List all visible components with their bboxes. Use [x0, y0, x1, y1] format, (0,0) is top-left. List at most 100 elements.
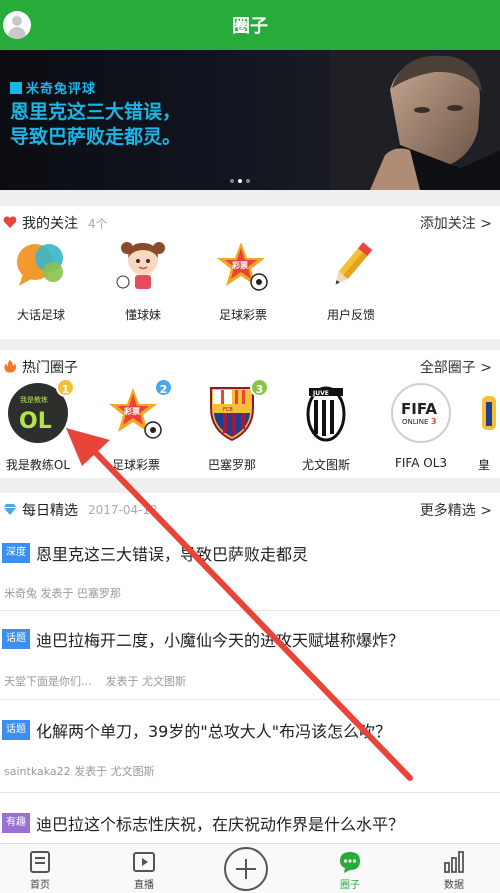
svg-text:FIFA: FIFA	[401, 400, 437, 418]
hot-circle-label: 巴塞罗那	[207, 458, 256, 472]
home-doc-icon	[28, 850, 52, 874]
daily-picks-date: 2017-04-12	[88, 503, 158, 517]
bottom-tab-bar: 首页 直播 圈子 数据	[0, 843, 500, 893]
banner-dot	[246, 179, 250, 183]
bar-chart-icon	[442, 850, 466, 874]
follow-item-label: 懂球妹	[124, 308, 161, 322]
daily-picks-title: 每日精选	[22, 503, 78, 519]
banner-pagination	[230, 179, 250, 183]
all-circles-link[interactable]: 全部圈子 >	[420, 357, 492, 377]
more-picks-link[interactable]: 更多精选 >	[420, 500, 492, 520]
coach-ol-logo: 我是教练 OL 1	[7, 378, 75, 444]
post-divider	[0, 699, 500, 700]
hot-circle-label: 足球彩票	[111, 458, 160, 472]
tab-live[interactable]: 直播	[94, 844, 194, 893]
svg-text:彩票: 彩票	[231, 260, 248, 270]
my-follows-section: 我的关注 4个 添加关注 > 大话足球 懂球妹 彩票 足球彩票 用户反馈	[0, 206, 500, 339]
hot-circle-juventus[interactable]: JUVE 尤文图斯	[286, 382, 366, 473]
banner-headline-line1: 恩里克这三大错误，	[10, 101, 182, 123]
post-author[interactable]: 米奇兔	[4, 587, 37, 600]
post-circle[interactable]: 尤文图斯	[142, 675, 186, 688]
post-meta: saintkaka22 发表于 尤文图斯	[4, 763, 155, 779]
tab-post-new[interactable]	[198, 844, 298, 893]
follow-item-dongqiumei[interactable]: 懂球妹	[98, 238, 188, 323]
post-author[interactable]: 天堂下面是你们...	[4, 675, 92, 688]
heart-icon	[3, 216, 17, 228]
follow-item-lottery[interactable]: 彩票 足球彩票	[198, 238, 288, 323]
add-follow-link[interactable]: 添加关注 >	[420, 213, 492, 233]
post-tag: 深度	[2, 543, 30, 563]
post-circle[interactable]: 尤文图斯	[111, 765, 155, 778]
banner-coach-photo	[330, 50, 500, 190]
avatar-head-shape	[12, 16, 22, 26]
juventus-crest: JUVE	[295, 382, 357, 444]
svg-text:3: 3	[431, 417, 437, 426]
post-circle[interactable]: 巴塞罗那	[77, 587, 121, 600]
banner-brand: 米奇兔评球	[10, 78, 96, 97]
rank-badge: 2	[154, 378, 173, 397]
svg-text:ONLINE: ONLINE	[402, 418, 428, 426]
avatar[interactable]	[3, 11, 31, 39]
banner-dot	[230, 179, 234, 183]
daily-picks-head: 每日精选 2017-04-12 更多精选 >	[0, 493, 500, 523]
diamond-icon	[3, 504, 17, 515]
tab-circles[interactable]: 圈子	[300, 844, 400, 893]
hot-circles-header: 热门圈子 全部圈子 >	[0, 350, 500, 380]
svg-text:JUVE: JUVE	[312, 390, 329, 397]
my-follows-header: 我的关注 4个 添加关注 >	[0, 206, 500, 236]
avatar-body-shape	[8, 27, 26, 39]
cartoon-girl-icon	[115, 238, 171, 294]
hot-circle-barcelona[interactable]: FCB 3 巴塞罗那	[192, 378, 272, 473]
follow-item-feedback[interactable]: 用户反馈	[306, 238, 396, 323]
hot-circles-section: 热门圈子 全部圈子 > 我是教练 OL 1 我是教练OL 彩票 2 足球彩票 F…	[0, 350, 500, 478]
post-divider	[0, 792, 500, 793]
tab-data[interactable]: 数据	[404, 844, 500, 893]
lottery-star-icon: 彩票	[215, 238, 271, 294]
hot-circle-label: 我是教练OL	[5, 458, 71, 472]
hot-circle-label: FIFA OL3	[394, 456, 448, 470]
post-title: 迪巴拉这个标志性庆祝，在庆祝动作界是什么水平？	[36, 815, 405, 834]
rank-badge: 1	[56, 378, 75, 397]
daily-picks-header: 每日精选 2017-04-12 更多精选 >	[0, 493, 500, 525]
follow-item-label: 足球彩票	[218, 308, 267, 322]
svg-text:我是教练: 我是教练	[20, 395, 48, 404]
follow-list: 大话足球 懂球妹 彩票 足球彩票 用户反馈	[0, 236, 500, 339]
banner-carousel[interactable]: 米奇兔评球 恩里克这三大错误， 导致巴萨败走都灵。	[0, 50, 500, 190]
post-meta: 米奇兔 发表于 巴塞罗那	[4, 585, 121, 601]
follow-item-label: 用户反馈	[326, 308, 375, 322]
follow-item-dahua[interactable]: 大话足球	[0, 238, 86, 323]
svg-text:OL: OL	[19, 409, 52, 434]
tab-home[interactable]: 首页	[0, 844, 90, 893]
lottery-star-icon: 彩票 2	[105, 378, 173, 444]
hot-circle-fifa-ol3[interactable]: FIFA ONLINE 3 FIFA OL3	[381, 382, 461, 470]
post-meta: 天堂下面是你们... 发表于 尤文图斯	[4, 673, 186, 689]
rank-badge: 3	[250, 378, 269, 397]
hot-circle-lottery[interactable]: 彩票 2 足球彩票	[96, 378, 176, 473]
post-posted-in: 发表于	[40, 587, 74, 600]
brand-mark-icon	[10, 82, 22, 94]
real-madrid-crest	[478, 382, 500, 444]
post-title: 化解两个单刀，39岁的"总攻大人"布冯该怎么吹？	[36, 722, 392, 741]
post-author[interactable]: saintkaka22	[4, 765, 71, 778]
barcelona-crest: FCB 3	[201, 378, 269, 444]
hot-circle-label: 尤文图斯	[301, 458, 350, 472]
hot-circle-coach-ol[interactable]: 我是教练 OL 1 我是教练OL	[0, 378, 78, 473]
tab-label: 数据	[444, 880, 464, 891]
top-header: 圈子	[0, 0, 500, 50]
svg-text:彩票: 彩票	[123, 406, 140, 416]
post-tag: 有趣	[2, 813, 30, 833]
post-divider	[0, 610, 500, 611]
daily-posts-list: 深度 恩里克这三大错误，导致巴萨败走都灵 米奇兔 发表于 巴塞罗那 话题 迪巴拉…	[0, 525, 500, 843]
post-title: 迪巴拉梅开二度，小魔仙今天的进攻天赋堪称爆炸？	[36, 631, 405, 650]
post-title: 恩里克这三大错误，导致巴萨败走都灵	[36, 545, 309, 564]
flame-icon	[4, 360, 17, 373]
follow-count: 4个	[88, 217, 108, 231]
my-follows-title: 我的关注	[22, 216, 78, 232]
hot-circles-title: 热门圈子	[22, 360, 78, 376]
follow-item-label: 大话足球	[16, 308, 65, 322]
plus-circle-icon	[224, 847, 268, 891]
banner-headline-line2: 导致巴萨败走都灵。	[10, 126, 182, 148]
tab-label: 圈子	[340, 880, 360, 891]
hot-circle-real-madrid[interactable]: 皇	[478, 382, 500, 473]
post-tag: 话题	[2, 629, 30, 649]
